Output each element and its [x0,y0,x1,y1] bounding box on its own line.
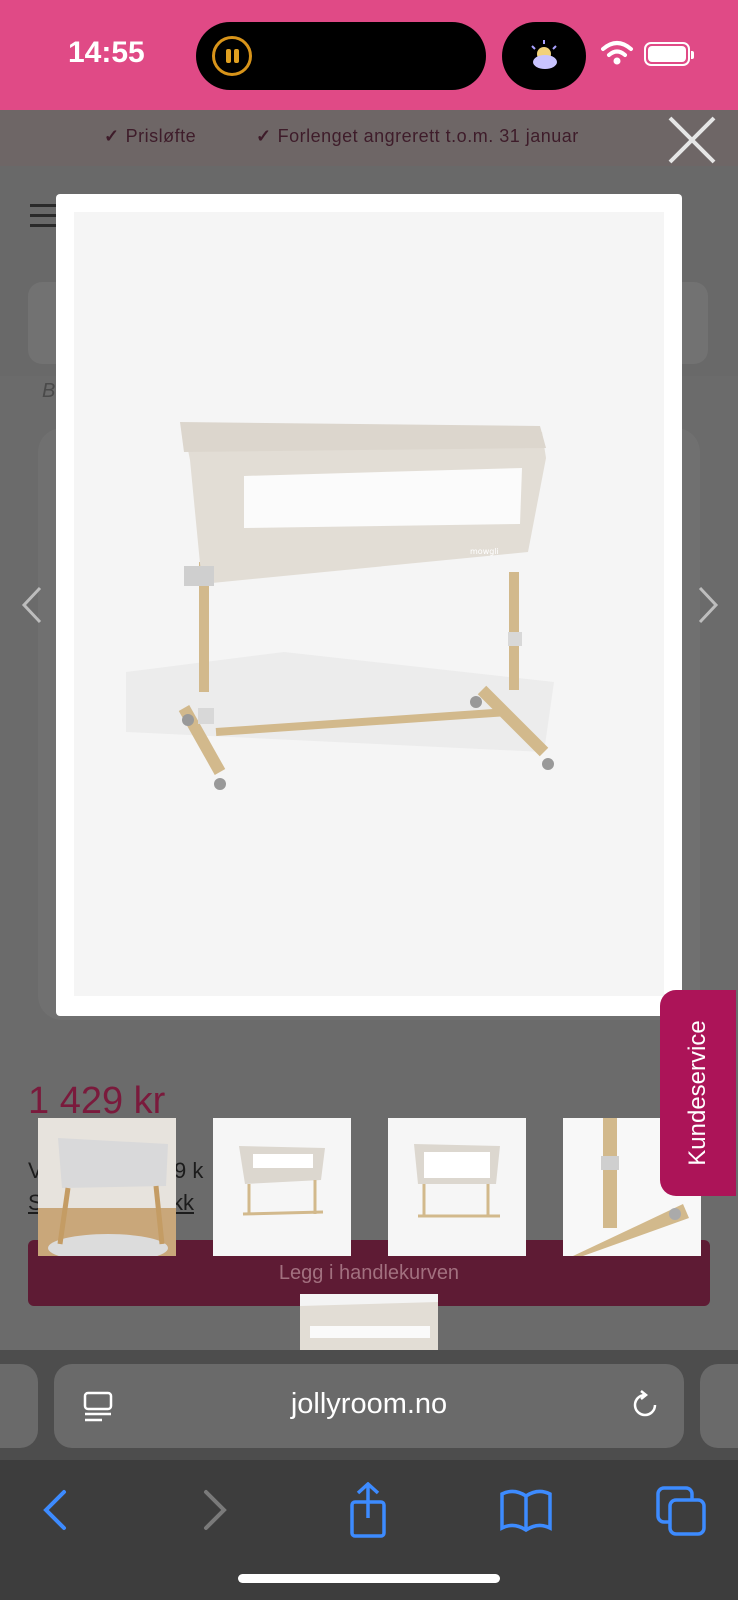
pause-icon[interactable] [212,36,252,76]
thumbnail-1[interactable] [38,1118,176,1256]
battery-icon [644,42,694,66]
thumbnail-image [300,1294,438,1350]
dynamic-island[interactable] [196,22,486,90]
promo-item: ✓ Prisløfte [104,126,197,146]
breadcrumb: B [42,380,56,402]
bookmarks-icon[interactable] [496,1482,556,1538]
back-icon[interactable] [26,1482,86,1538]
tabs-icon[interactable] [652,1482,712,1538]
thumbnail-image [213,1118,351,1256]
address-bar[interactable]: jollyroom.no [54,1364,684,1448]
wifi-icon [601,41,633,65]
image-lightbox: mowgli [56,194,682,1016]
share-icon[interactable] [338,1482,398,1538]
thumbnail-3[interactable] [388,1118,526,1256]
bedside-crib-image: mowgli [126,422,554,790]
url-text: jollyroom.no [290,1388,448,1420]
reload-icon[interactable] [628,1388,662,1422]
thumbnail-2[interactable] [213,1118,351,1256]
status-time: 14:55 [68,36,145,69]
weather-activity[interactable] [502,22,586,90]
product-price: 1 429 kr [28,1080,166,1122]
thumbnail-image [38,1118,176,1256]
thumbnail-5[interactable] [300,1294,438,1350]
customer-service-tab[interactable]: Kundeservice [660,990,736,1196]
forward-icon[interactable] [184,1482,244,1538]
customer-service-label: Kundeservice [684,1020,711,1166]
check-icon: ✓ [256,126,272,146]
svg-text:mowgli: mowgli [470,547,499,556]
weather-icon [531,40,557,69]
product-subtext: 9 k [174,1158,204,1183]
home-indicator[interactable] [238,1574,500,1583]
product-image-large[interactable]: mowgli [74,212,664,996]
status-bar: 14:55 [0,0,738,110]
previous-tab-preview[interactable] [0,1364,38,1448]
thumbnail-image [388,1118,526,1256]
promo-bar: ✓ Prisløfte ✓ Forlenget angrerett t.o.m. 3… [0,110,738,166]
promo-item: ✓ Forlenget angrerett t.o.m. 31 januar [256,126,579,146]
chevron-left-icon[interactable] [14,582,54,628]
chevron-right-icon[interactable] [690,582,730,628]
next-tab-preview[interactable] [700,1364,738,1448]
close-icon[interactable] [664,112,720,168]
check-icon: ✓ [104,126,120,146]
